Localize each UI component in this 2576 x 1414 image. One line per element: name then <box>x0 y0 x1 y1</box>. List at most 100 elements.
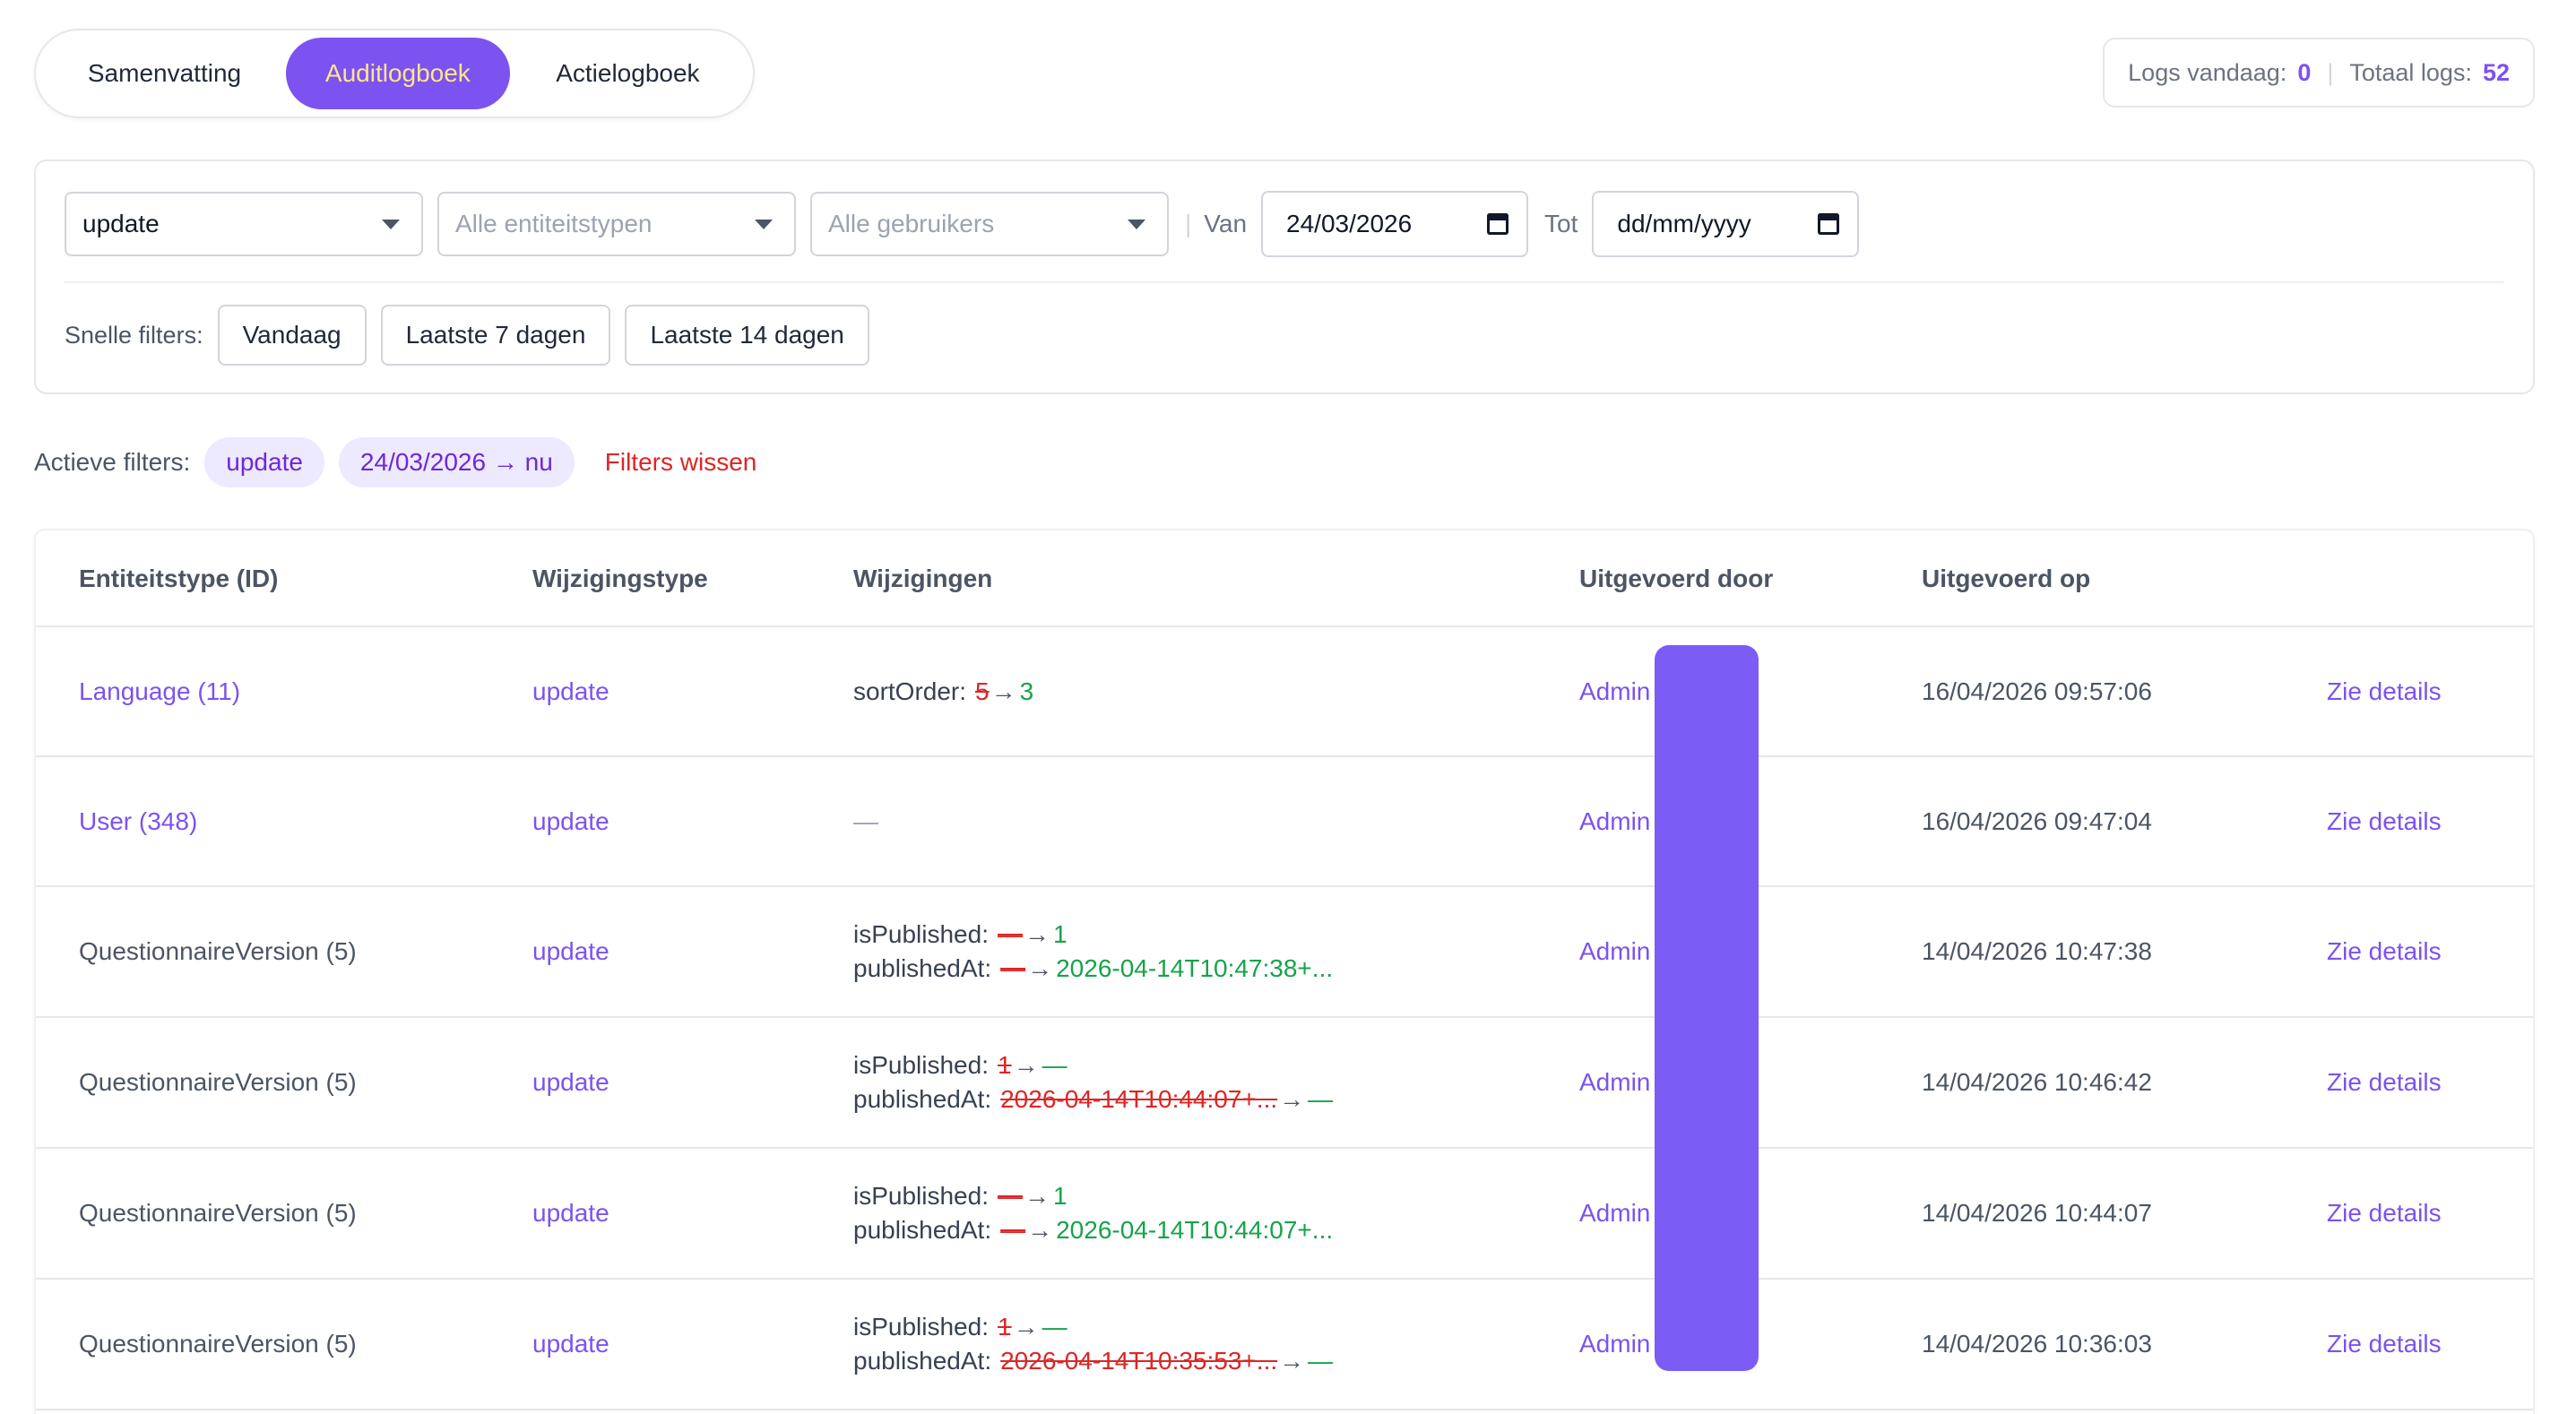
calendar-icon[interactable] <box>1487 213 1509 235</box>
active-filter-chip[interactable]: update <box>204 437 324 487</box>
see-details-link[interactable]: Zie details <box>2327 1149 2442 1278</box>
entity-link[interactable]: Language (11) <box>79 627 240 755</box>
column-header-changes: Wijzigingen <box>853 565 993 592</box>
performed-by-link[interactable]: Admin <box>1579 757 1650 885</box>
new-value: 3 <box>1019 677 1034 705</box>
old-value: — <box>1000 954 1026 982</box>
old-value: — <box>1000 1216 1026 1244</box>
logs-today-label: Logs vandaag: <box>2128 58 2287 86</box>
user-select[interactable]: Alle gebruikers <box>810 192 1169 256</box>
quick-filter-14-days-button[interactable]: Laatste 14 dagen <box>625 305 869 366</box>
performed-at: 16/04/2026 09:57:06 <box>1922 677 2152 705</box>
change-type-value: update <box>532 1199 609 1227</box>
logs-total-value: 52 <box>2482 58 2510 86</box>
change-key: isPublished: <box>853 920 989 948</box>
changes-cell: isPublished: 1 → — publishedAt: 2026-04-… <box>853 1280 1333 1409</box>
entity-label: QuestionnaireVersion (5) <box>79 937 357 965</box>
table-row: Language (11) update sortOrder: 5 → 3 Ad… <box>36 627 2533 757</box>
change-key: sortOrder: <box>853 677 967 705</box>
changes-empty: — <box>853 806 878 835</box>
performed-by-link[interactable]: Admin <box>1579 627 1650 755</box>
entity-label: QuestionnaireVersion (5) <box>79 1330 357 1358</box>
performed-by-link[interactable]: Admin <box>1579 1018 1650 1147</box>
performed-at: 14/04/2026 10:44:07 <box>1922 1199 2152 1227</box>
user-placeholder: Alle gebruikers <box>828 210 995 237</box>
change-type-select[interactable]: update <box>65 192 423 256</box>
change-type-value: update <box>532 677 609 705</box>
table-header: Entiteitstype (ID) Wijzigingstype Wijzig… <box>36 530 2533 627</box>
performed-by-link[interactable]: Admin <box>1579 887 1650 1016</box>
change-line: publishedAt: — → 2026-04-14T10:44:07+... <box>853 1216 1333 1245</box>
change-line: isPublished: 1 → — <box>853 1051 1068 1080</box>
see-details-link[interactable]: Zie details <box>2327 887 2442 1016</box>
new-value: — <box>1308 1347 1334 1375</box>
arrow-right-icon: → <box>1279 1347 1305 1375</box>
table-row: QuestionnaireVersion (5) update isPublis… <box>36 1149 2533 1280</box>
change-type-value: update <box>82 210 160 237</box>
change-line: sortOrder: 5 → 3 <box>853 677 1033 706</box>
tab-samenvatting[interactable]: Samenvatting <box>43 38 286 109</box>
new-value: 2026-04-14T10:44:07+... <box>1056 1216 1334 1244</box>
tab-auditlogboek[interactable]: Auditlogboek <box>285 38 510 109</box>
change-key: isPublished: <box>853 1182 989 1210</box>
see-details-link[interactable]: Zie details <box>2327 757 2442 885</box>
entity-type-select[interactable]: Alle entiteitstypen <box>437 192 796 256</box>
old-value: 5 <box>975 677 990 705</box>
see-details-link[interactable]: Zie details <box>2327 627 2442 755</box>
filter-separator: | <box>1185 210 1192 237</box>
change-type-value: update <box>532 1330 609 1358</box>
change-line: publishedAt: 2026-04-14T10:35:53+... → — <box>853 1347 1333 1375</box>
active-filters: Actieve filters: update 24/03/2026 → nu … <box>34 437 756 487</box>
new-value: — <box>1308 1085 1334 1113</box>
see-details-link[interactable]: Zie details <box>2327 1018 2442 1147</box>
from-date-input[interactable]: 24/03/2026 <box>1261 191 1529 257</box>
clear-filters-link[interactable]: Filters wissen <box>605 448 757 477</box>
log-stats: Logs vandaag: 0 | Totaal logs: 52 <box>2103 38 2535 108</box>
calendar-icon[interactable] <box>1818 213 1840 235</box>
column-header-performed-at: Uitgevoerd op <box>1922 565 2091 592</box>
new-value: — <box>1042 1051 1068 1079</box>
view-tabs: Samenvatting Auditlogboek Actielogboek <box>34 29 755 118</box>
change-type-value: update <box>532 937 609 965</box>
tab-actielogboek[interactable]: Actielogboek <box>510 38 746 109</box>
table-row: User (348) update — Admin 16/04/2026 09:… <box>36 757 2533 887</box>
filter-panel: update Alle entiteitstypen Alle gebruike… <box>34 160 2535 394</box>
column-header-entity: Entiteitstype (ID) <box>79 565 279 592</box>
old-value: 2026-04-14T10:44:07+... <box>1000 1085 1278 1113</box>
to-date-value: dd/mm/yyyy <box>1617 210 1751 237</box>
arrow-right-icon: → <box>990 677 1016 705</box>
quick-filter-7-days-button[interactable]: Laatste 7 dagen <box>380 305 611 366</box>
changes-cell: sortOrder: 5 → 3 <box>853 627 1033 755</box>
active-filter-chip[interactable]: 24/03/2026 → nu <box>338 437 575 487</box>
new-value: 1 <box>1052 920 1068 948</box>
performed-at: 16/04/2026 09:47:04 <box>1922 806 2152 835</box>
performed-by-link[interactable]: Admin <box>1579 1149 1650 1278</box>
logs-total-label: Totaal logs: <box>2349 58 2472 86</box>
to-date-input[interactable]: dd/mm/yyyy <box>1592 191 1860 257</box>
new-value: 2026-04-14T10:47:38+... <box>1056 954 1334 982</box>
old-value: — <box>997 1182 1023 1210</box>
entity-label: QuestionnaireVersion (5) <box>79 1199 357 1227</box>
stats-separator: | <box>2327 58 2334 86</box>
chevron-down-icon <box>1128 219 1145 229</box>
quick-filters: Snelle filters: Vandaag Laatste 7 dagen … <box>65 305 884 366</box>
change-key: publishedAt: <box>853 1085 992 1113</box>
column-header-change-type: Wijzigingstype <box>532 565 708 592</box>
quick-filter-today-button[interactable]: Vandaag <box>217 305 367 366</box>
from-label: Van <box>1204 210 1248 237</box>
change-line: publishedAt: — → 2026-04-14T10:47:38+... <box>853 954 1333 983</box>
entity-type-placeholder: Alle entiteitstypen <box>455 210 653 237</box>
table-row: QuestionnaireVersion (5) update isPublis… <box>36 1018 2533 1149</box>
arrow-right-icon: → <box>1013 1051 1039 1079</box>
old-value: — <box>997 920 1023 948</box>
performed-by-link[interactable]: Admin <box>1579 1280 1650 1409</box>
performed-at: 14/04/2026 10:47:38 <box>1922 937 2152 965</box>
entity-link[interactable]: User (348) <box>79 757 197 885</box>
see-details-link[interactable]: Zie details <box>2327 1280 2442 1409</box>
entity-label: QuestionnaireVersion (5) <box>79 1068 357 1096</box>
change-type-value: update <box>532 806 609 835</box>
performed-at: 14/04/2026 10:36:03 <box>1922 1330 2152 1358</box>
logs-today-value: 0 <box>2297 58 2312 86</box>
change-key: publishedAt: <box>853 1347 992 1375</box>
change-line: publishedAt: 2026-04-14T10:44:07+... → — <box>853 1085 1333 1114</box>
